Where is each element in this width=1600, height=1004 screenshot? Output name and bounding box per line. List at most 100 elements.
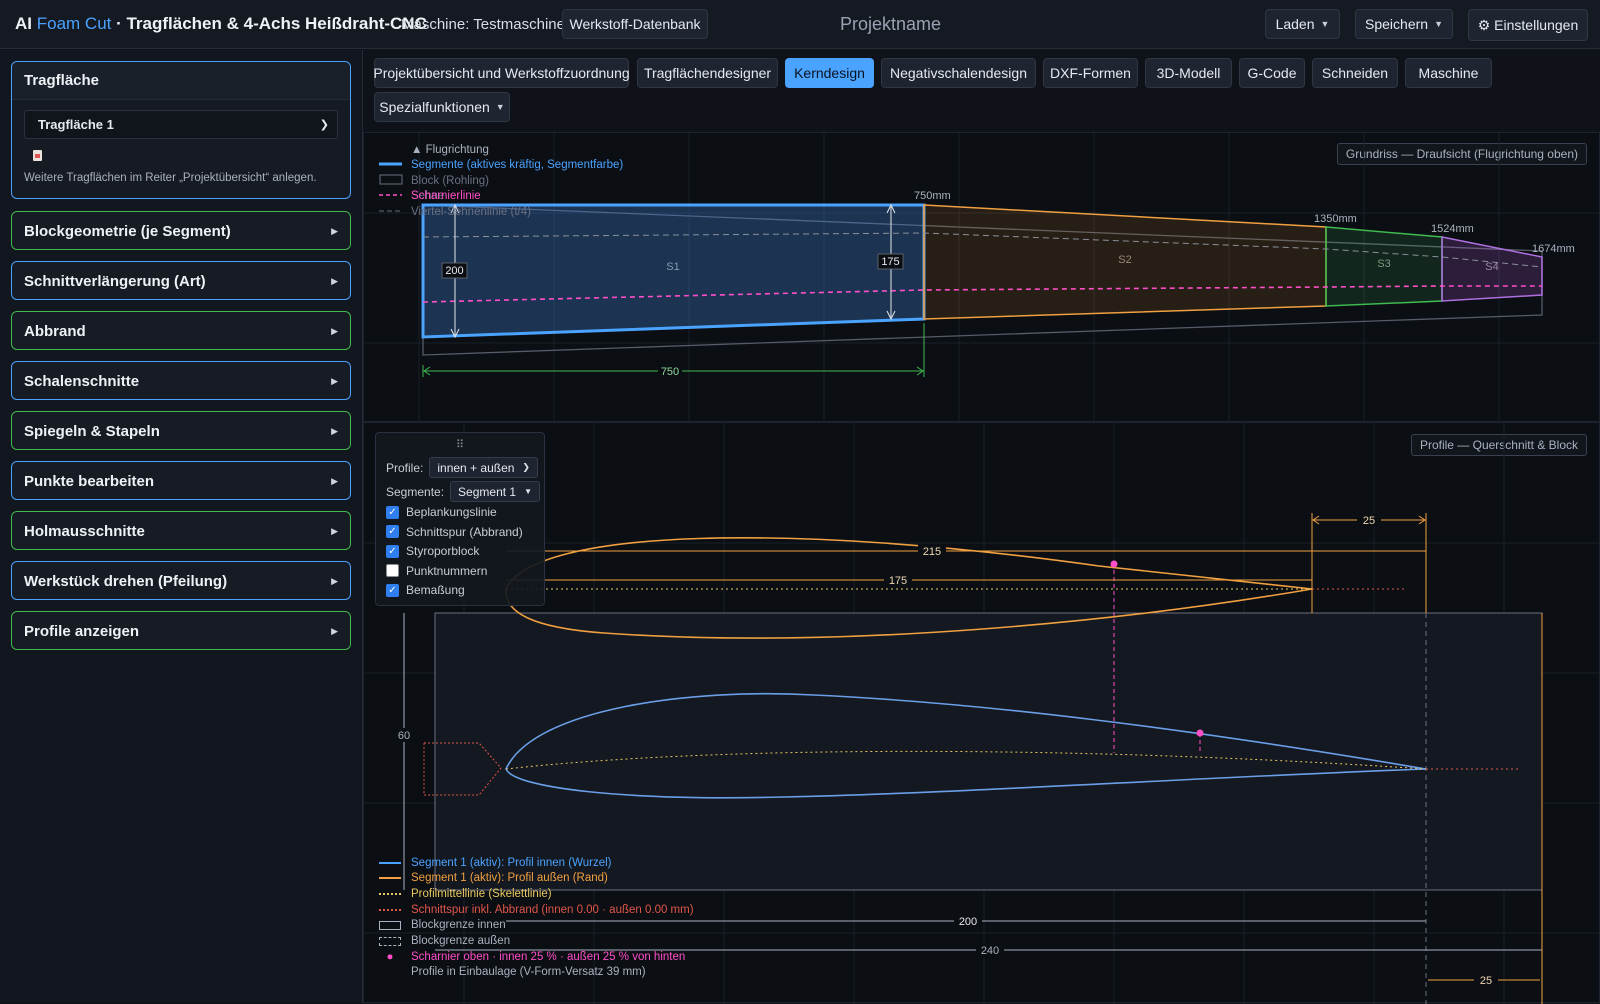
- tab-label: 3D-Modell: [1156, 65, 1221, 81]
- sidebar: Tragfläche Tragfläche 1 ❯ Weitere Tragflä…: [0, 50, 363, 1003]
- sidebar-panel-header[interactable]: Blockgeometrie (je Segment) ▶: [12, 212, 350, 250]
- profile-controls: ⠿ Profile: innen + außen ❯ Segmente: Segmen…: [375, 432, 545, 606]
- load-button[interactable]: Laden ▼: [1265, 9, 1340, 39]
- checkbox[interactable]: [386, 564, 399, 577]
- legend-swatch: [379, 892, 401, 895]
- s1-tip-dim-text: 175: [881, 256, 899, 268]
- checkbox-row[interactable]: ✓ Bemaßung: [386, 583, 465, 597]
- tragflaeche-panel: Tragfläche Tragfläche 1 ❯ Weitere Tragflä…: [11, 61, 351, 199]
- caret-right-icon: ▶: [331, 325, 338, 336]
- checkbox-label: Styroporblock: [406, 544, 480, 558]
- legend-swatch: [379, 908, 401, 911]
- sidebar-panel[interactable]: Werkstück drehen (Pfeilung) ▶: [11, 561, 351, 600]
- tab-2[interactable]: Kerndesign: [785, 58, 874, 88]
- tab-7[interactable]: Schneiden: [1312, 58, 1398, 88]
- inner-length-dim: 200: [959, 916, 977, 928]
- checkbox-row[interactable]: Punktnummern: [386, 564, 487, 578]
- sidebar-panel[interactable]: Blockgeometrie (je Segment) ▶: [11, 211, 351, 250]
- brand-prefix: AI: [15, 14, 37, 33]
- segments-value: Segment 1: [458, 484, 517, 499]
- checkbox[interactable]: ✓: [386, 525, 399, 538]
- sidebar-panel-header[interactable]: Schnittverlängerung (Art) ▶: [12, 262, 350, 300]
- profiles-label: Profile:: [386, 460, 424, 475]
- checkbox-row[interactable]: ✓ Schnittspur (Abbrand): [386, 525, 523, 539]
- te-offset-dim: 25: [1363, 515, 1375, 527]
- caret-right-icon: ▶: [331, 275, 338, 286]
- checkbox[interactable]: ✓: [386, 505, 399, 519]
- save-button[interactable]: Speichern ▼: [1355, 9, 1453, 39]
- legend-item: Profile in Einbaulage (V-Form-Versatz 39…: [379, 965, 646, 980]
- legend-text: Segment 1 (aktiv): Profil innen (Wurzel): [411, 856, 612, 869]
- sidebar-panel[interactable]: Spiegeln & Stapeln ▶: [11, 411, 351, 450]
- sidebar-panel-header[interactable]: Werkstück drehen (Pfeilung) ▶: [12, 562, 350, 600]
- caret-down-icon: ▼: [495, 102, 505, 112]
- legend-text: Profilmittellinie (Skelettlinie): [411, 887, 552, 900]
- sidebar-panel[interactable]: Schnittverlängerung (Art) ▶: [11, 261, 351, 300]
- tab-label: G-Code: [1247, 65, 1297, 81]
- profile-view-canvas[interactable]: Profile — Querschnitt & Block 215 175 25…: [363, 422, 1600, 1004]
- legend-item: Segment 1 (aktiv): Profil außen (Rand): [379, 871, 608, 886]
- segment-label-s2: S2: [1118, 254, 1131, 266]
- checkbox-row[interactable]: ✓ Styroporblock: [386, 544, 479, 558]
- caret-right-icon: ▶: [331, 475, 338, 486]
- legend-text: Blockgrenze außen: [411, 935, 511, 947]
- project-name[interactable]: Projektname: [840, 14, 941, 35]
- sidebar-panel-label: Holmausschnitte: [24, 522, 145, 540]
- sidebar-panel[interactable]: Punkte bearbeiten ▶: [11, 461, 351, 500]
- sidebar-panel[interactable]: Schalenschnitte ▶: [11, 361, 351, 400]
- caret-right-icon: ▶: [331, 525, 338, 536]
- tab-1[interactable]: Tragflächendesigner: [637, 58, 778, 88]
- legend-text: Schnittspur inkl. Abbrand (innen 0.00 · …: [411, 903, 694, 916]
- machine-label: Maschine: Testmaschine: [401, 16, 565, 33]
- tragflaeche-select[interactable]: Tragfläche 1 ❯: [24, 110, 338, 139]
- checkbox[interactable]: ✓: [386, 544, 399, 558]
- material-database-button[interactable]: Werkstoff-Datenbank: [562, 9, 708, 39]
- segments-row: Segmente: Segment 1 ▼: [386, 481, 541, 502]
- app-title: AI Foam Cut · Tragflächen & 4-Achs Heißd…: [15, 14, 427, 34]
- legend-block: Block (Rohling): [411, 175, 489, 187]
- tab-label: Maschine: [1418, 65, 1479, 81]
- legend-item: Schnittspur inkl. Abbrand (innen 0.00 · …: [379, 902, 694, 917]
- tab-9[interactable]: Spezialfunktionen ▼: [374, 92, 510, 122]
- sidebar-panel[interactable]: Abbrand ▶: [11, 311, 351, 350]
- caret-right-icon: ▶: [331, 625, 338, 636]
- tab-0[interactable]: Projektübersicht und Werkstoffzuordnung: [373, 58, 630, 88]
- top-view-canvas[interactable]: Grundriss — Draufsicht (Flugrichtung obe…: [363, 132, 1600, 423]
- tab-8[interactable]: Maschine: [1405, 58, 1492, 88]
- tab-6[interactable]: G-Code: [1239, 58, 1305, 88]
- sidebar-panel-header[interactable]: Spiegeln & Stapeln ▶: [12, 412, 350, 450]
- sidebar-panel[interactable]: Holmausschnitte ▶: [11, 511, 351, 550]
- chevron-down-icon: ❯: [522, 462, 530, 472]
- caret-down-icon: ▼: [1320, 19, 1330, 29]
- top-bar: AI Foam Cut · Tragflächen & 4-Achs Heißd…: [0, 0, 1600, 49]
- tab-label: Spezialfunktionen: [379, 99, 490, 115]
- legend-item: Blockgrenze innen: [379, 918, 506, 933]
- segments-select[interactable]: Segment 1 ▼: [450, 481, 541, 502]
- legend-hinge: Scharnierlinie: [411, 190, 481, 202]
- sidebar-panel-label: Abbrand: [24, 322, 86, 340]
- tragflaeche-title: Tragfläche: [12, 62, 350, 100]
- te-offset-bottom-dim: 25: [1480, 975, 1492, 987]
- tragflaeche-selected: Tragfläche 1: [38, 117, 114, 132]
- caret-right-icon: ▶: [331, 375, 338, 386]
- checkbox[interactable]: ✓: [386, 583, 399, 597]
- top-view-drawing: 200 175 750 S1 S2 S3 S4 750mm 1350mm 152…: [364, 133, 1600, 423]
- legend-quarter-chord: Viertel-Sehnenlinie (t/4): [411, 206, 531, 218]
- drag-handle-icon[interactable]: ⠿: [456, 438, 464, 451]
- settings-button[interactable]: ⚙ Einstellungen: [1468, 9, 1588, 41]
- sidebar-panel[interactable]: Profile anzeigen ▶: [11, 611, 351, 650]
- tab-label: DXF-Formen: [1050, 65, 1131, 81]
- sidebar-panel-header[interactable]: Holmausschnitte ▶: [12, 512, 350, 550]
- profiles-select[interactable]: innen + außen ❯: [429, 457, 538, 478]
- document-icon[interactable]: [33, 150, 42, 161]
- segment-label-s1: S1: [666, 261, 679, 273]
- checkbox-row[interactable]: ✓ Beplankungslinie: [386, 505, 497, 519]
- sidebar-panel-header[interactable]: Profile anzeigen ▶: [12, 612, 350, 650]
- tab-4[interactable]: DXF-Formen: [1043, 58, 1138, 88]
- tab-3[interactable]: Negativschalendesign: [881, 58, 1036, 88]
- segment-label-s3: S3: [1377, 258, 1390, 270]
- tab-5[interactable]: 3D-Modell: [1145, 58, 1232, 88]
- sidebar-panel-header[interactable]: Abbrand ▶: [12, 312, 350, 350]
- sidebar-panel-header[interactable]: Punkte bearbeiten ▶: [12, 462, 350, 500]
- sidebar-panel-header[interactable]: Schalenschnitte ▶: [12, 362, 350, 400]
